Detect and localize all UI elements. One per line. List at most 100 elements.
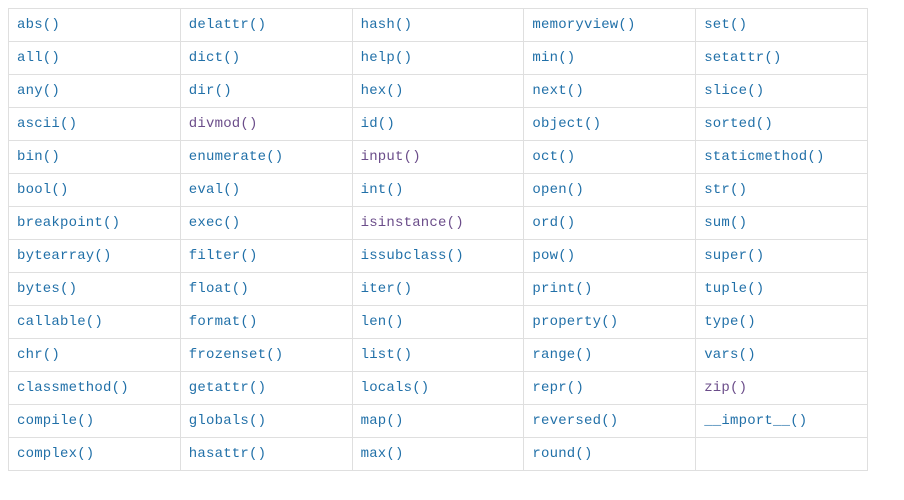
builtin-link[interactable]: bytes()	[17, 281, 77, 297]
builtin-link[interactable]: format()	[189, 314, 258, 330]
table-cell: format()	[180, 306, 352, 339]
builtin-link[interactable]: open()	[532, 182, 584, 198]
builtin-link[interactable]: bin()	[17, 149, 60, 165]
builtin-link[interactable]: oct()	[532, 149, 575, 165]
builtin-link[interactable]: frozenset()	[189, 347, 284, 363]
builtin-link[interactable]: divmod()	[189, 116, 258, 132]
table-cell: repr()	[524, 372, 696, 405]
builtin-link[interactable]: dir()	[189, 83, 232, 99]
builtin-link[interactable]: int()	[361, 182, 404, 198]
table-cell: print()	[524, 273, 696, 306]
builtin-link[interactable]: str()	[704, 182, 747, 198]
table-cell: open()	[524, 174, 696, 207]
table-cell: str()	[696, 174, 868, 207]
builtin-link[interactable]: abs()	[17, 17, 60, 33]
table-cell: tuple()	[696, 273, 868, 306]
builtin-link[interactable]: map()	[361, 413, 404, 429]
table-cell: locals()	[352, 372, 524, 405]
builtin-link[interactable]: locals()	[361, 380, 430, 396]
builtin-link[interactable]: slice()	[704, 83, 764, 99]
builtin-link[interactable]: property()	[532, 314, 618, 330]
builtin-link[interactable]: any()	[17, 83, 60, 99]
builtin-link[interactable]: super()	[704, 248, 764, 264]
builtin-link[interactable]: sum()	[704, 215, 747, 231]
builtin-link[interactable]: eval()	[189, 182, 241, 198]
table-cell: classmethod()	[9, 372, 181, 405]
table-cell: min()	[524, 42, 696, 75]
builtin-link[interactable]: hex()	[361, 83, 404, 99]
builtin-link[interactable]: iter()	[361, 281, 413, 297]
builtin-link[interactable]: min()	[532, 50, 575, 66]
builtin-link[interactable]: chr()	[17, 347, 60, 363]
builtin-link[interactable]: reversed()	[532, 413, 618, 429]
table-cell: int()	[352, 174, 524, 207]
table-cell: getattr()	[180, 372, 352, 405]
builtin-link[interactable]: enumerate()	[189, 149, 284, 165]
builtin-link[interactable]: compile()	[17, 413, 94, 429]
builtin-link[interactable]: tuple()	[704, 281, 764, 297]
table-cell: breakpoint()	[9, 207, 181, 240]
builtin-link[interactable]: float()	[189, 281, 249, 297]
builtin-link[interactable]: zip()	[704, 380, 747, 396]
table-cell: iter()	[352, 273, 524, 306]
builtin-link[interactable]: bytearray()	[17, 248, 112, 264]
builtin-link[interactable]: input()	[361, 149, 421, 165]
builtin-link[interactable]: set()	[704, 17, 747, 33]
table-cell: ord()	[524, 207, 696, 240]
table-cell: property()	[524, 306, 696, 339]
builtin-link[interactable]: bool()	[17, 182, 69, 198]
builtin-link[interactable]: print()	[532, 281, 592, 297]
table-cell: staticmethod()	[696, 141, 868, 174]
builtin-link[interactable]: hasattr()	[189, 446, 266, 462]
builtin-link[interactable]: ascii()	[17, 116, 77, 132]
builtin-link[interactable]: staticmethod()	[704, 149, 824, 165]
builtin-link[interactable]: id()	[361, 116, 395, 132]
builtin-link[interactable]: hash()	[361, 17, 413, 33]
builtin-link[interactable]: issubclass()	[361, 248, 464, 264]
builtin-link[interactable]: getattr()	[189, 380, 266, 396]
table-cell: all()	[9, 42, 181, 75]
table-cell: zip()	[696, 372, 868, 405]
builtin-link[interactable]: range()	[532, 347, 592, 363]
table-cell: frozenset()	[180, 339, 352, 372]
builtin-link[interactable]: vars()	[704, 347, 756, 363]
table-cell: bytes()	[9, 273, 181, 306]
builtin-link[interactable]: type()	[704, 314, 756, 330]
builtin-link[interactable]: __import__()	[704, 413, 807, 429]
builtin-link[interactable]: max()	[361, 446, 404, 462]
builtin-link[interactable]: classmethod()	[17, 380, 129, 396]
table-cell: max()	[352, 438, 524, 471]
builtin-link[interactable]: list()	[361, 347, 413, 363]
builtin-link[interactable]: object()	[532, 116, 601, 132]
builtin-link[interactable]: help()	[361, 50, 413, 66]
builtin-link[interactable]: globals()	[189, 413, 266, 429]
builtin-link[interactable]: len()	[361, 314, 404, 330]
builtin-link[interactable]: sorted()	[704, 116, 773, 132]
builtin-link[interactable]: setattr()	[704, 50, 781, 66]
table-cell: eval()	[180, 174, 352, 207]
builtin-link[interactable]: ord()	[532, 215, 575, 231]
table-cell: enumerate()	[180, 141, 352, 174]
table-cell: super()	[696, 240, 868, 273]
table-cell: len()	[352, 306, 524, 339]
builtin-link[interactable]: breakpoint()	[17, 215, 120, 231]
builtin-link[interactable]: complex()	[17, 446, 94, 462]
builtin-link[interactable]: round()	[532, 446, 592, 462]
builtin-link[interactable]: exec()	[189, 215, 241, 231]
builtin-link[interactable]: filter()	[189, 248, 258, 264]
builtin-link[interactable]: delattr()	[189, 17, 266, 33]
builtin-link[interactable]: next()	[532, 83, 584, 99]
builtin-functions-table: abs() delattr() hash() memoryview() set() all…	[8, 8, 868, 471]
builtin-link[interactable]: dict()	[189, 50, 241, 66]
table-cell: globals()	[180, 405, 352, 438]
builtin-link[interactable]: isinstance()	[361, 215, 464, 231]
builtin-link[interactable]: memoryview()	[532, 17, 635, 33]
table-cell: list()	[352, 339, 524, 372]
builtin-link[interactable]: repr()	[532, 380, 584, 396]
builtin-link[interactable]: all()	[17, 50, 60, 66]
table-cell: bytearray()	[9, 240, 181, 273]
builtin-link[interactable]: callable()	[17, 314, 103, 330]
table-cell: delattr()	[180, 9, 352, 42]
table-cell: exec()	[180, 207, 352, 240]
builtin-link[interactable]: pow()	[532, 248, 575, 264]
